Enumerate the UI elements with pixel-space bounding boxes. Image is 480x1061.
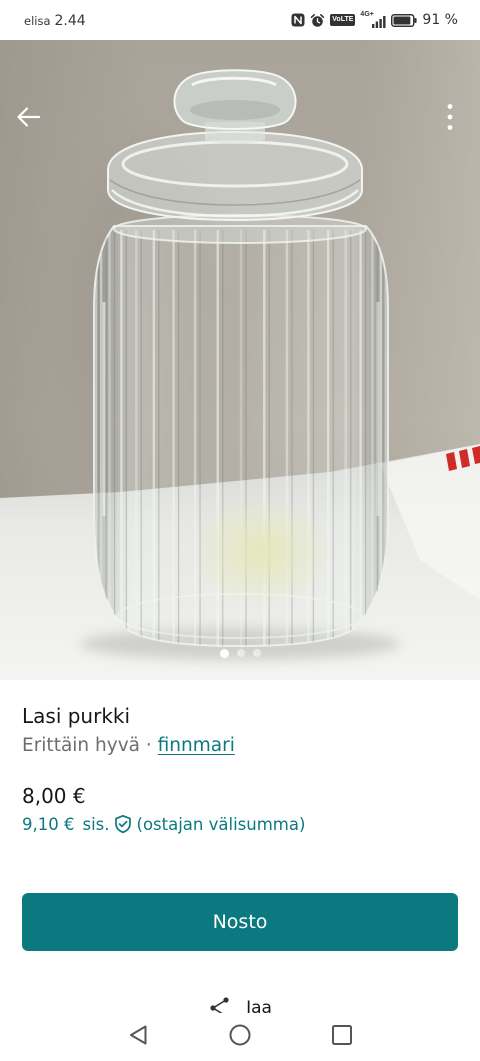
alarm-icon: [311, 13, 325, 27]
knob-shadow: [190, 100, 280, 120]
meta-separator: ·: [145, 735, 152, 756]
glass-jar-photo: [0, 40, 480, 680]
signal-bars-icon: [372, 16, 386, 28]
status-bar: elisa 2.44 VoLTE 4G+ 91 %: [0, 0, 480, 40]
battery-level-fill: [393, 16, 411, 24]
item-title: Lasi purkki: [22, 704, 131, 728]
more-vertical-icon: [447, 104, 453, 130]
total-price-suffix: sis.: [82, 814, 110, 834]
status-left: elisa 2.44: [24, 13, 86, 29]
carousel-indicator: [0, 648, 480, 658]
battery-icon: [391, 13, 418, 27]
back-triangle-icon[interactable]: [128, 1024, 150, 1046]
status-right: VoLTE 4G+ 91 %: [291, 11, 458, 29]
carousel-dot: [236, 649, 245, 657]
carousel-dot: [219, 648, 229, 658]
total-price: 9,10 €: [22, 814, 75, 834]
carrier-name: elisa: [24, 14, 51, 28]
bump-button[interactable]: Nosto: [22, 893, 458, 951]
buyer-subtotal-note: (ostajan välisumma): [136, 814, 306, 834]
product-photo[interactable]: [0, 40, 480, 680]
jar-base-glow: [190, 494, 334, 610]
more-options-button[interactable]: [435, 102, 465, 132]
home-circle-icon[interactable]: [229, 1024, 251, 1046]
item-meta: Erittäin hyvä · finnmari: [22, 733, 235, 759]
item-condition: Erittäin hyvä: [22, 735, 140, 756]
signal-icon: 4G+: [360, 11, 386, 28]
recents-square-icon[interactable]: [331, 1024, 353, 1046]
arrow-left-icon: [17, 107, 41, 127]
system-navigation-bar: [0, 1013, 480, 1061]
battery-percentage: 91 %: [422, 12, 458, 28]
total-price-row[interactable]: 9,10 € sis. (ostajan välisumma): [22, 812, 305, 836]
clock-time: 2.44: [54, 13, 86, 29]
nfc-icon: [291, 13, 305, 27]
item-price: 8,00 €: [22, 784, 86, 808]
volte-icon: VoLTE: [330, 14, 356, 26]
seller-link[interactable]: finnmari: [158, 735, 235, 756]
back-button[interactable]: [14, 102, 44, 132]
carousel-dot: [252, 649, 261, 657]
shield-check-icon: [114, 814, 131, 834]
